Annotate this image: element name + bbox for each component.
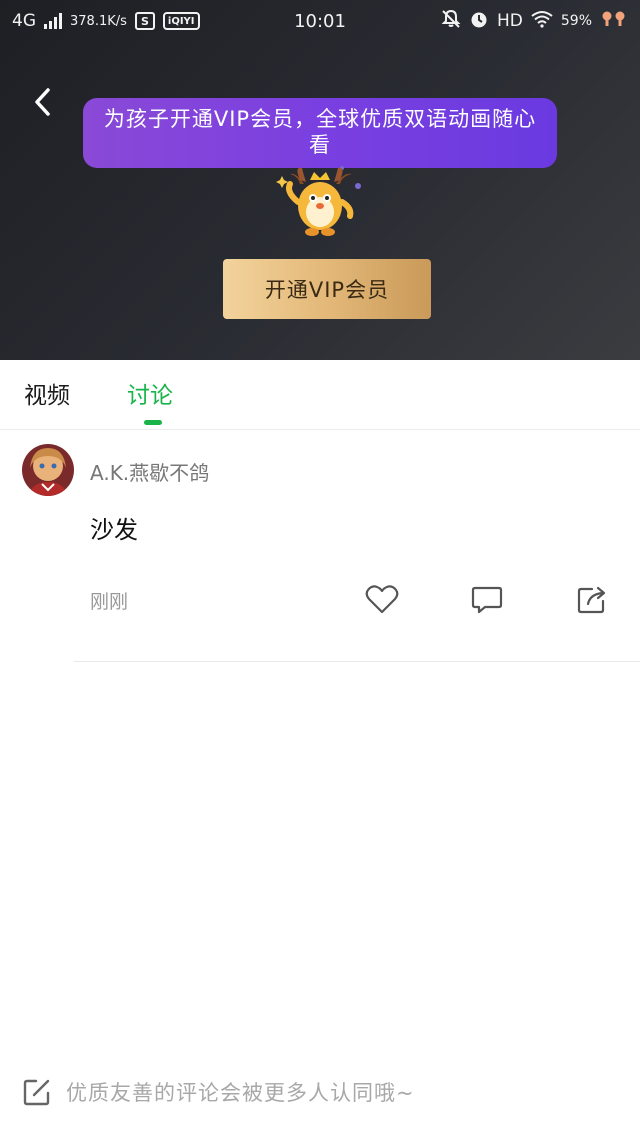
signal-icon [44,13,62,29]
avatar[interactable] [22,444,74,496]
active-tab-indicator [144,420,162,425]
like-button[interactable] [363,581,401,619]
comment-item: A.K.燕歇不鸽 沙发 刚刚 [0,431,640,663]
back-icon [35,88,50,116]
comment-input-bar[interactable]: 优质友善的评论会被更多人认同哦~ [0,1062,640,1122]
notification-icon [600,10,628,33]
comment-time: 刚刚 [90,591,129,613]
vip-promo-banner: 为孩子开通VIP会员，全球优质双语动画随心看 [83,98,557,168]
network-speed: 378.1K/s [70,13,127,29]
alarm-icon [469,9,489,34]
reply-button[interactable] [468,581,506,619]
edit-icon [23,1079,50,1106]
back-button[interactable] [24,82,60,122]
tab-video[interactable]: 视频 [24,376,70,410]
comment-icon [471,586,503,614]
hd-indicator: HD [497,11,523,31]
heart-icon [365,585,399,614]
status-right: HD 59% [441,9,628,34]
content-tabs: 视频 讨论 [0,360,640,430]
comment-divider [74,661,640,662]
mute-icon [441,9,461,34]
comment-username[interactable]: A.K.燕歇不鸽 [90,457,209,486]
comment-input-placeholder: 优质友善的评论会被更多人认同哦~ [66,1081,415,1105]
comment-text: 沙发 [90,516,138,544]
status-left: 4G 378.1K/s S iQIYI [12,11,200,31]
status-bar: 4G 378.1K/s S iQIYI 10:01 HD 59% [0,0,640,42]
mascot-icon [276,166,361,236]
vip-hero: 4G 378.1K/s S iQIYI 10:01 HD 59% 为孩子开通VI… [0,0,640,360]
iqiyi-app-icon: iQIYI [162,12,200,30]
s-app-icon: S [134,12,155,30]
wifi-icon [531,10,553,33]
battery-level: 59% [560,13,592,29]
open-vip-button[interactable]: 开通VIP会员 [223,259,431,319]
share-button[interactable] [573,581,611,619]
network-type: 4G [12,11,36,31]
tab-discuss[interactable]: 讨论 [127,376,173,410]
share-icon [577,586,606,614]
